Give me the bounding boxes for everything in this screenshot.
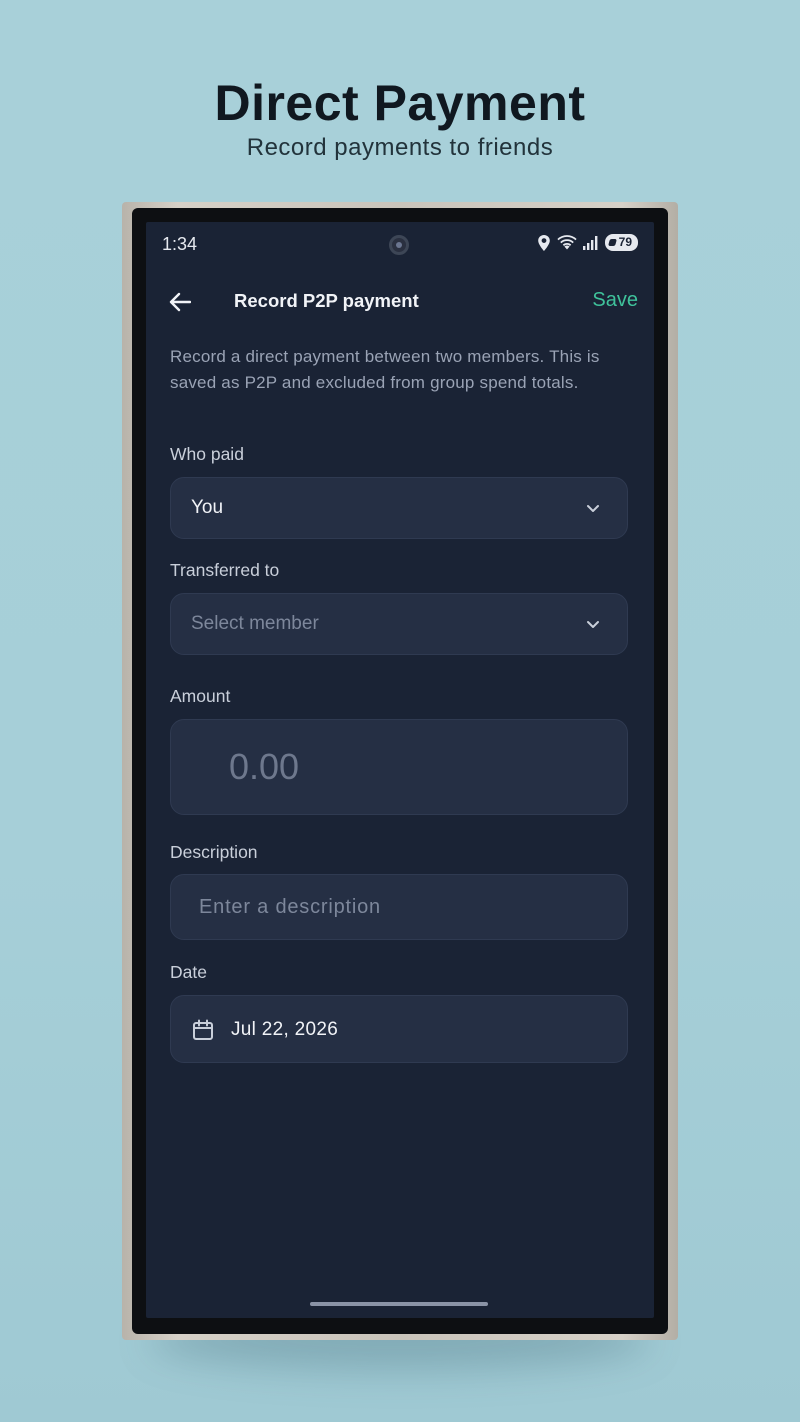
chevron-down-icon (587, 621, 599, 628)
page-title: Record P2P payment (234, 290, 419, 311)
who-paid-select[interactable]: You (170, 477, 628, 539)
who-paid-value: You (191, 497, 224, 518)
amount-input[interactable]: 0.00 (170, 719, 628, 815)
help-text: Record a direct payment between two memb… (170, 347, 600, 392)
back-arrow-icon[interactable] (166, 288, 194, 316)
status-icons: 79 (537, 234, 638, 251)
chevron-down-icon (587, 505, 599, 512)
app-bar: Record P2P payment Save (146, 276, 654, 326)
amount-placeholder: 0.00 (229, 746, 300, 787)
save-button[interactable]: Save (592, 289, 638, 312)
transferred-to-select[interactable]: Select member (170, 593, 628, 655)
description-field (170, 874, 628, 940)
description-label: Description (170, 842, 258, 862)
home-indicator[interactable] (310, 1302, 488, 1306)
front-camera (389, 235, 409, 255)
location-icon (537, 234, 551, 251)
calendar-icon (193, 1019, 213, 1040)
transferred-to-placeholder: Select member (191, 613, 319, 634)
date-value: Jul 22, 2026 (231, 1019, 339, 1040)
signal-icon (582, 235, 599, 250)
who-paid-label: Who paid (170, 444, 244, 464)
phone-screen: 1:34 79 Record P2P payment Save Record a… (146, 222, 654, 1318)
description-input[interactable] (171, 875, 627, 939)
date-label: Date (170, 962, 207, 982)
battery-icon: 79 (604, 234, 638, 251)
date-picker[interactable]: Jul 22, 2026 (170, 995, 628, 1063)
status-bar: 1:34 79 (146, 222, 654, 268)
transferred-to-label: Transferred to (170, 560, 280, 580)
wifi-icon (557, 234, 577, 251)
promo-subtitle: Record payments to friends (246, 134, 554, 161)
amount-label: Amount (170, 686, 231, 706)
status-time: 1:34 (162, 234, 198, 254)
promo-title: Direct Payment (214, 75, 586, 131)
